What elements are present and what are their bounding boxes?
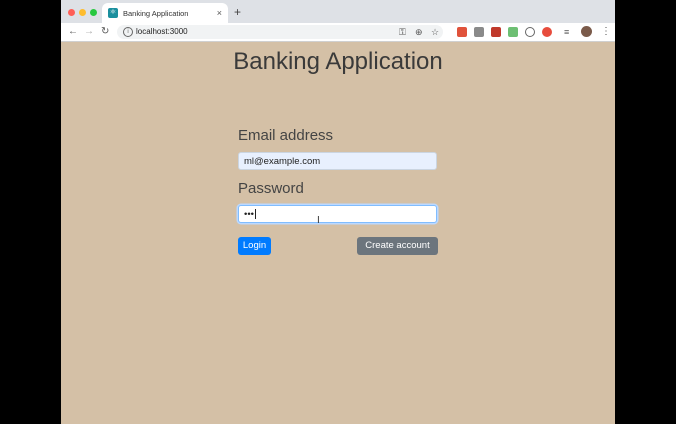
tab-close-icon[interactable]: × — [217, 8, 222, 18]
react-favicon-icon: ⚛ — [108, 8, 118, 18]
extension-icon-6[interactable] — [542, 27, 552, 37]
password-label: Password — [238, 180, 304, 197]
reading-list-icon[interactable]: ≡ — [564, 26, 569, 38]
email-value: ml@example.com — [244, 155, 321, 167]
extension-icon-2[interactable] — [474, 27, 484, 37]
email-label: Email address — [238, 127, 334, 144]
profile-avatar[interactable] — [581, 26, 592, 37]
extension-icon-4[interactable] — [508, 27, 518, 37]
ibeam-cursor-icon: I — [317, 215, 320, 226]
url-text[interactable]: localhost:3000 — [136, 26, 188, 38]
zoom-icon[interactable]: ⊕ — [415, 26, 423, 38]
reload-button[interactable]: ↻ — [101, 25, 109, 39]
close-window-button[interactable] — [68, 9, 75, 16]
login-button[interactable]: Login — [238, 237, 271, 255]
page-content: Banking Application Email address ml@exa… — [61, 42, 615, 424]
address-bar[interactable]: i localhost:3000 ⚿ ⊕ ☆ — [117, 25, 443, 39]
tab-strip: ⚛ Banking Application × + — [61, 0, 615, 23]
browser-toolbar: ← → ↻ i localhost:3000 ⚿ ⊕ ☆ ≡ ⋮ — [61, 23, 615, 42]
bookmark-star-icon[interactable]: ☆ — [431, 26, 439, 38]
site-info-icon[interactable]: i — [123, 27, 133, 37]
new-tab-button[interactable]: + — [234, 5, 241, 19]
password-value: ••• — [244, 208, 254, 220]
extension-icon-5[interactable] — [525, 27, 535, 37]
extension-icon-3[interactable] — [491, 27, 501, 37]
text-caret — [254, 209, 256, 219]
tab-banking-application[interactable]: ⚛ Banking Application × — [102, 3, 228, 23]
extension-icon-1[interactable] — [457, 27, 467, 37]
forward-button[interactable]: → — [84, 25, 94, 39]
key-icon[interactable]: ⚿ — [399, 26, 406, 38]
email-field[interactable]: ml@example.com — [238, 152, 437, 170]
page-title: Banking Application — [233, 48, 443, 75]
maximize-window-button[interactable] — [90, 9, 97, 16]
browser-menu-icon[interactable]: ⋮ — [601, 25, 611, 39]
tab-title: Banking Application — [123, 8, 189, 18]
password-field[interactable]: ••• — [238, 205, 437, 223]
create-account-button[interactable]: Create account — [357, 237, 438, 255]
minimize-window-button[interactable] — [79, 9, 86, 16]
browser-window: ⚛ Banking Application × + ← → ↻ i localh… — [61, 0, 615, 424]
back-button[interactable]: ← — [68, 25, 78, 39]
